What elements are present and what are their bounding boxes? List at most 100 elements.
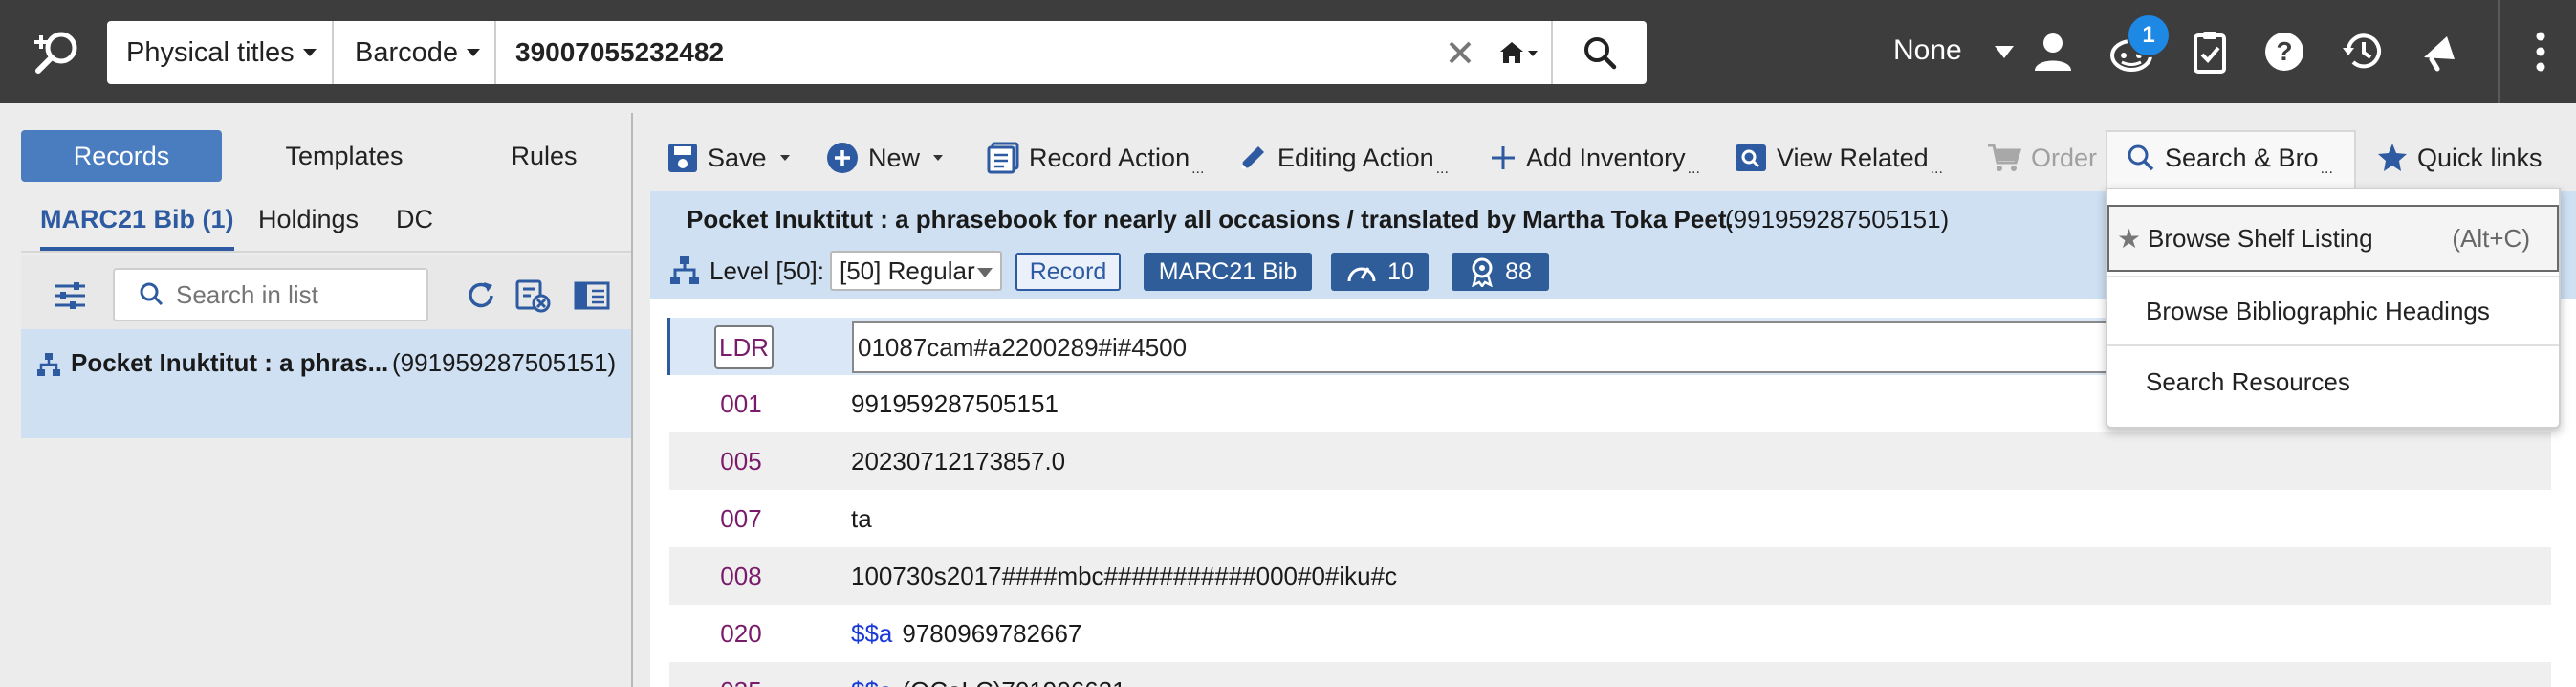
level-select-value: [50] Regular — [840, 255, 975, 285]
clipboard-tasks-icon[interactable] — [2186, 25, 2234, 78]
tab-templates[interactable]: Templates — [239, 130, 449, 182]
tab-rules[interactable]: Rules — [453, 130, 635, 182]
level-select[interactable]: [50] Regular — [830, 251, 1002, 291]
award-ribbon-icon — [1472, 257, 1493, 287]
institution-label[interactable]: None — [1893, 34, 1962, 67]
overflow-dots: ... — [1435, 161, 1449, 177]
marc-field-value[interactable]: 100730s2017####mbc###########000#0#iku#c — [851, 547, 1397, 605]
marc-tag[interactable]: 005 — [669, 432, 813, 490]
marc-tag[interactable]: LDR — [714, 325, 774, 369]
view-related-menu[interactable]: View Related ... — [1735, 136, 1943, 180]
star-icon[interactable]: ★ — [2117, 223, 2141, 255]
marc-field-row[interactable]: 007 ta — [669, 490, 2551, 547]
history-icon[interactable] — [2339, 25, 2387, 78]
menu-item-label: Browse Bibliographic Headings — [2146, 296, 2490, 325]
marc-tag[interactable]: 008 — [669, 547, 813, 605]
menu-divider — [2107, 344, 2559, 346]
marc-field-value[interactable]: 20230712173857.0 — [851, 432, 1065, 490]
marc-field-text: 991959287505151 — [851, 388, 1059, 418]
search-icon — [140, 282, 164, 306]
topbar-separator — [2498, 0, 2500, 103]
marc-field-value[interactable]: ta — [851, 490, 872, 547]
refresh-icon[interactable] — [459, 276, 503, 316]
menu-item-browse-shelf-listing[interactable]: ★ Browse Shelf Listing (Alt+C) — [2107, 205, 2559, 272]
speed-score-badge[interactable]: 10 — [1331, 253, 1429, 291]
list-item[interactable]: Pocket Inuktitut : a phras... (991959287… — [21, 329, 633, 438]
view-related-label: View Related — [1777, 143, 1929, 172]
chevron-down-icon — [933, 155, 944, 161]
marc-tag[interactable]: 007 — [669, 490, 813, 547]
marc-tag[interactable]: 001 — [669, 375, 813, 432]
remove-from-list-icon[interactable] — [511, 276, 555, 316]
search-browse-dropdown: ★ Browse Shelf Listing (Alt+C) Browse Bi… — [2106, 188, 2561, 429]
marc-field-text: 9780969782667 — [902, 618, 1082, 648]
search-browse-label: Search & Bro — [2165, 143, 2319, 172]
split-view-icon[interactable] — [570, 276, 614, 316]
user-icon[interactable] — [2029, 25, 2077, 78]
menu-item-search-resources[interactable]: Search Resources — [2107, 348, 2559, 415]
list-search-box — [113, 268, 428, 321]
tab-records[interactable]: Records — [21, 130, 222, 182]
marc-field-row[interactable]: 008 100730s2017####mbc###########000#0#i… — [669, 547, 2551, 605]
order-button[interactable]: Order — [1987, 136, 2097, 180]
marc-field-text: 20230712173857.0 — [851, 446, 1066, 476]
search-icon — [1584, 37, 1617, 70]
save-label: Save — [708, 143, 767, 172]
overflow-dots: ... — [2320, 161, 2333, 177]
marc-field-value[interactable]: $$a 9780969782667 — [851, 605, 1081, 662]
tab-holdings[interactable]: Holdings — [258, 205, 359, 251]
more-vertical-icon[interactable] — [2517, 25, 2565, 78]
list-item-title: Pocket Inuktitut : a phras... — [71, 348, 389, 377]
search-input[interactable] — [496, 21, 1432, 84]
search-plus-logo-icon[interactable] — [29, 29, 88, 77]
order-label: Order — [2031, 143, 2098, 172]
marc-field-text: 100730s2017####mbc###########000#0#iku#c — [851, 561, 1398, 590]
marc-field-row[interactable]: 035 $$a (OCoLC)701906621 — [669, 662, 2551, 687]
subfield-code: $$a — [851, 618, 893, 648]
search-field-dropdown[interactable]: Barcode — [334, 21, 496, 84]
list-search-input[interactable] — [176, 279, 415, 310]
search-browse-menu[interactable]: Search & Bro ... — [2127, 136, 2333, 180]
search-button[interactable] — [1551, 21, 1647, 84]
marc-field-value[interactable]: $$a (OCoLC)701906621 — [851, 662, 1126, 687]
level-label: Level [50]: — [709, 255, 824, 285]
menu-item-label: Search Resources — [2146, 366, 2350, 396]
quick-links-menu[interactable]: Quick links — [2377, 136, 2543, 180]
tab-dc[interactable]: DC — [396, 205, 433, 251]
help-icon[interactable]: ? — [2260, 25, 2308, 78]
add-inventory-label: Add Inventory — [1526, 143, 1686, 172]
marc-field-value[interactable]: 991959287505151 — [851, 375, 1059, 432]
top-bar: Physical titles Barcode None — [0, 0, 2576, 103]
record-badge[interactable]: Record — [1015, 253, 1121, 291]
save-button[interactable]: Save — [667, 136, 790, 180]
clear-search-icon[interactable] — [1432, 21, 1488, 84]
persistent-search-bar: Physical titles Barcode — [107, 21, 1647, 84]
editor-section-tabs: Records Templates Rules — [21, 130, 623, 182]
search-type-dropdown[interactable]: Physical titles — [107, 21, 334, 84]
home-scope-dropdown[interactable] — [1488, 21, 1551, 84]
announcements-icon[interactable] — [2415, 25, 2463, 78]
editing-actions-menu[interactable]: Editing Action ... — [1237, 136, 1449, 180]
format-badge: MARC21 Bib — [1144, 253, 1312, 291]
marc-field-row[interactable]: 005 20230712173857.0 — [669, 432, 2551, 490]
chevron-down-icon[interactable] — [1995, 46, 2014, 58]
panel-divider[interactable] — [631, 113, 633, 687]
menu-item-label: Browse Shelf Listing — [2148, 223, 2373, 253]
hierarchy-icon — [670, 256, 699, 284]
marc-tag[interactable]: 020 — [669, 605, 813, 662]
tab-marc21-bib[interactable]: MARC21 Bib (1) — [40, 205, 234, 251]
add-inventory-menu[interactable]: Add Inventory ... — [1490, 136, 1700, 180]
quality-score-badge[interactable]: 88 — [1452, 253, 1549, 291]
search-type-label: Physical titles — [126, 36, 295, 68]
marc-field-row[interactable]: 020 $$a 9780969782667 — [669, 605, 2551, 662]
marc-tag[interactable]: 035 — [669, 662, 813, 687]
list-item-id: (991959287505151) — [392, 348, 617, 377]
speed-score-value: 10 — [1387, 257, 1414, 285]
chevron-down-icon — [302, 49, 317, 56]
new-button[interactable]: New — [826, 136, 944, 180]
filter-sliders-icon[interactable] — [48, 276, 92, 316]
home-icon — [1500, 42, 1538, 63]
menu-item-browse-bibliographic-headings[interactable]: Browse Bibliographic Headings — [2107, 277, 2559, 344]
overflow-dots: ... — [1191, 161, 1205, 177]
record-actions-menu[interactable]: Record Action ... — [987, 136, 1204, 180]
